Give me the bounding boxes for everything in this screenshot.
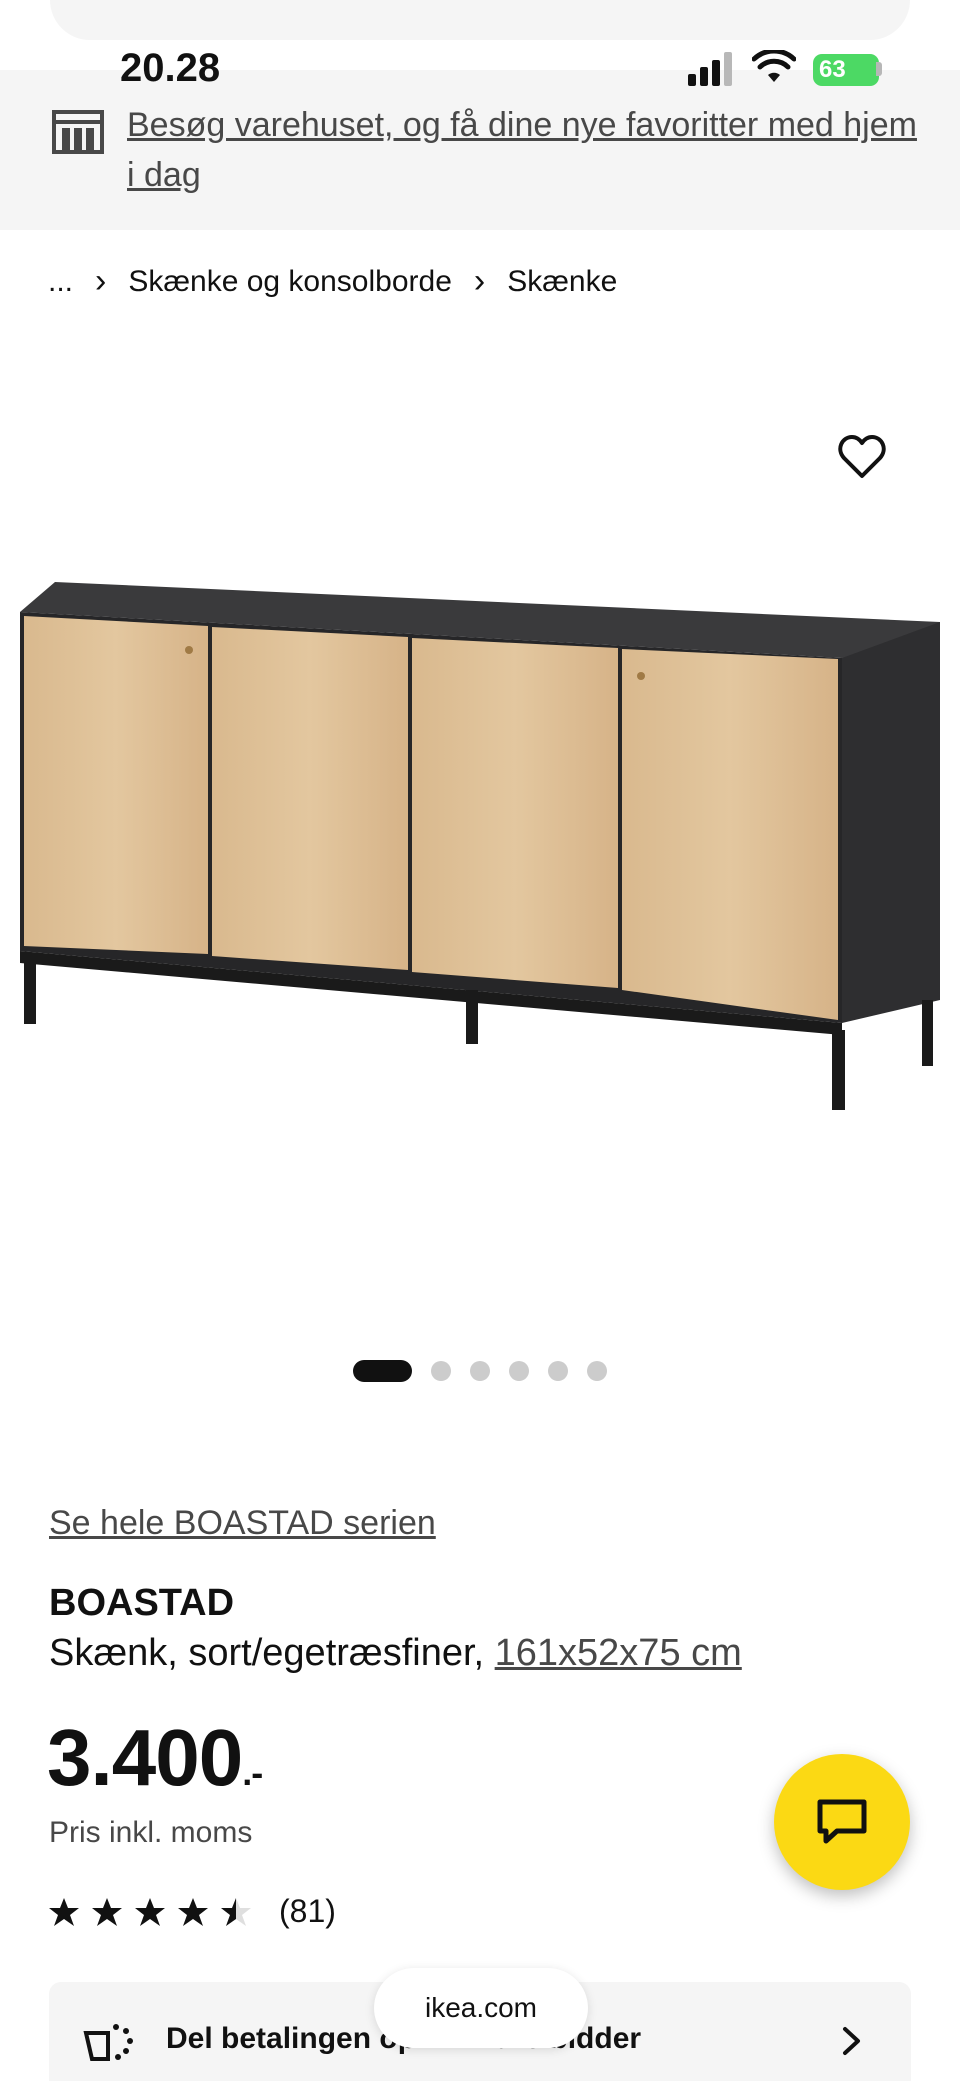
breadcrumb-item-sideboards[interactable]: Skænke <box>507 265 617 299</box>
store-visit-link[interactable]: Besøg varehuset, og få dine nye favoritt… <box>127 100 917 200</box>
browser-url-pill[interactable]: ikea.com <box>374 1968 588 2048</box>
product-description: Skænk, sort/egetræsfiner, 161x52x75 cm <box>49 1632 742 1675</box>
carousel-dot[interactable] <box>509 1361 529 1381</box>
battery-indicator: 63 <box>813 54 879 86</box>
payment-icon <box>83 2024 133 2061</box>
status-time: 20.28 <box>120 46 221 90</box>
chat-icon <box>817 1799 867 1844</box>
carousel-dot[interactable] <box>587 1361 607 1381</box>
half-star-icon <box>221 1897 251 1926</box>
product-name: BOASTAD <box>49 1582 235 1624</box>
product-price: 3.400.- <box>47 1712 263 1804</box>
rating[interactable]: (81) <box>48 1893 336 1930</box>
series-link[interactable]: Se hele BOASTAD serien <box>49 1504 436 1543</box>
review-count[interactable]: (81) <box>279 1893 336 1930</box>
status-bar: 20.28 63 <box>0 40 960 100</box>
star-icon <box>178 1897 208 1926</box>
price-note: Pris inkl. moms <box>49 1816 253 1849</box>
price-value: 3.400 <box>47 1713 243 1802</box>
chevron-right-icon <box>843 2027 860 2055</box>
product-dimensions-link[interactable]: 161x52x75 cm <box>495 1632 742 1674</box>
carousel-dot[interactable] <box>548 1361 568 1381</box>
carousel-indicator[interactable] <box>353 1360 626 1382</box>
product-image[interactable] <box>0 560 960 1120</box>
product-type: Skænk, sort/egetræsfiner, <box>49 1632 485 1674</box>
chat-button[interactable] <box>774 1754 910 1890</box>
signal-icon <box>688 52 732 86</box>
carousel-dot[interactable] <box>470 1361 490 1381</box>
search-bar-remnant <box>50 0 910 40</box>
wifi-icon <box>752 50 796 82</box>
battery-level: 63 <box>819 56 846 83</box>
breadcrumb: ... › Skænke og konsolborde › Skænke <box>48 262 617 301</box>
store-icon <box>52 110 104 154</box>
carousel-dot-active[interactable] <box>353 1360 412 1382</box>
carousel-dot[interactable] <box>431 1361 451 1381</box>
price-suffix: .- <box>242 1752 263 1793</box>
star-icon <box>49 1897 79 1926</box>
breadcrumb-ellipsis[interactable]: ... <box>48 265 73 299</box>
breadcrumb-item-sideboards-consoles[interactable]: Skænke og konsolborde <box>128 265 452 299</box>
battery-tail <box>876 62 882 76</box>
star-icon <box>135 1897 165 1926</box>
breadcrumb-separator: › <box>95 262 107 300</box>
star-icon <box>92 1897 122 1926</box>
heart-icon[interactable] <box>838 434 886 480</box>
breadcrumb-separator: › <box>473 262 486 300</box>
